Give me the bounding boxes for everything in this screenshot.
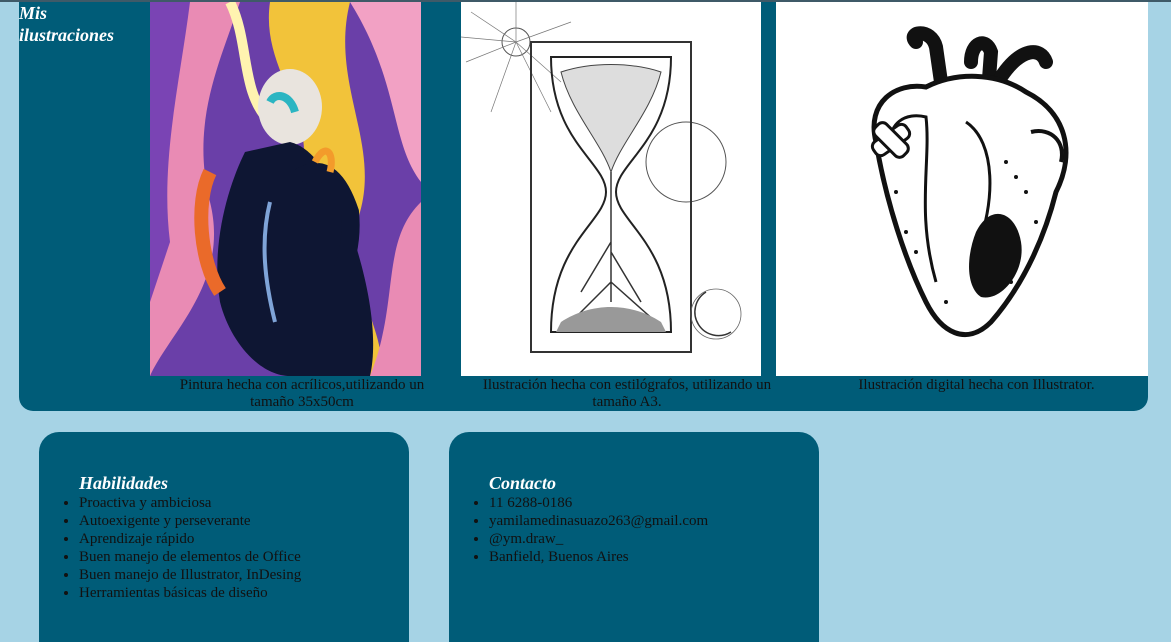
skills-card: Habilidades Proactiva y ambiciosa Autoex… [39, 432, 409, 642]
skills-list: Proactiva y ambiciosa Autoexigente y per… [79, 494, 301, 602]
contact-location: Banfield, Buenos Aires [489, 548, 708, 566]
contact-card: Contacto 11 6288-0186 yamilamedinasuazo2… [449, 432, 819, 642]
contact-list: 11 6288-0186 yamilamedinasuazo263@gmail.… [489, 494, 708, 566]
acrylic-painting-image[interactable] [150, 2, 421, 376]
list-item: Aprendizaje rápido [79, 530, 301, 548]
contact-email: yamilamedinasuazo263@gmail.com [489, 512, 708, 530]
caption-digital-illustration: Ilustración digital hecha con Illustrato… [858, 377, 1095, 393]
list-item: Autoexigente y perseverante [79, 512, 301, 530]
skills-title: Habilidades [79, 473, 168, 493]
ink-illustration-image[interactable] [461, 2, 761, 376]
caption-acrylic-painting: Pintura hecha con acrílicos,utilizando u… [179, 377, 425, 410]
gallery-title: Mis ilustraciones [19, 2, 139, 46]
list-item: Buen manejo de Illustrator, InDesing [79, 566, 301, 584]
heart-illustration-image[interactable] [776, 2, 1148, 376]
caption-ink-illustration: Ilustración hecha con estilógrafos, util… [482, 377, 772, 410]
list-item: Proactiva y ambiciosa [79, 494, 301, 512]
contact-title: Contacto [489, 473, 557, 493]
gallery-title-line1: Mis [19, 3, 48, 23]
illustrations-gallery: Mis ilustraciones Pintura hecha con acrí… [19, 2, 1148, 411]
list-item: Herramientas básicas de diseño [79, 584, 301, 602]
list-item: Buen manejo de elementos de Office [79, 548, 301, 566]
gallery-title-line2: ilustraciones [19, 25, 115, 45]
contact-phone: 11 6288-0186 [489, 494, 708, 512]
contact-instagram: @ym.draw_ [489, 530, 708, 548]
